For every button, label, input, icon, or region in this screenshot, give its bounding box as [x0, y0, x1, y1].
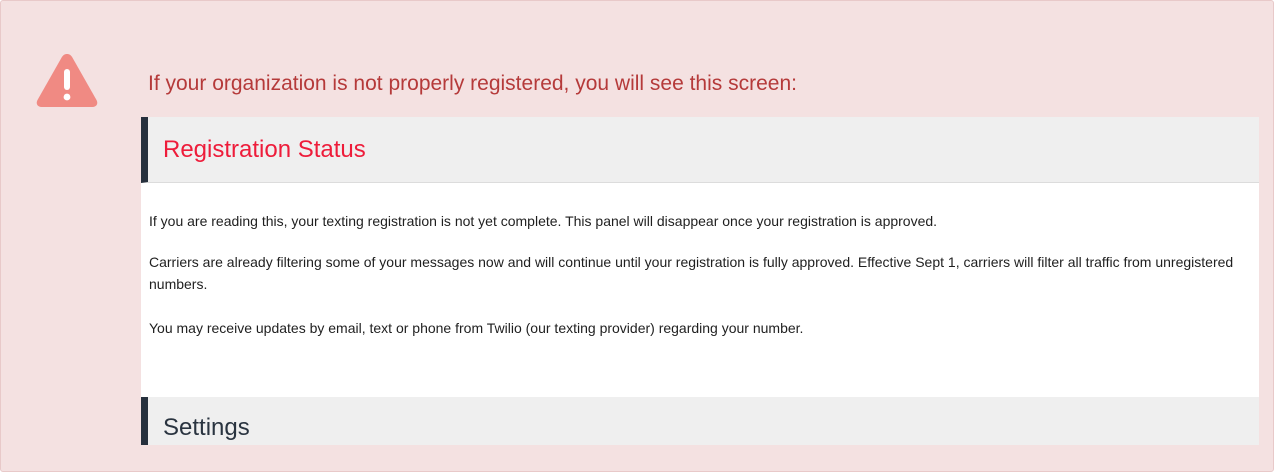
warning-callout: If your organization is not properly reg…: [0, 0, 1274, 472]
registration-paragraph-2: Carriers are already filtering some of y…: [149, 254, 1234, 292]
settings-title: Settings: [163, 414, 250, 441]
embedded-screenshot: Registration Status If you are reading t…: [141, 117, 1259, 445]
callout-message: If your organization is not properly reg…: [148, 72, 797, 95]
registration-paragraph-3: You may receive updates by email, text o…: [149, 320, 804, 336]
registration-paragraph-1: If you are reading this, your texting re…: [149, 213, 938, 229]
settings-header: Settings: [141, 397, 1259, 445]
registration-status-header: Registration Status: [141, 117, 1259, 183]
warning-triangle-icon: [36, 54, 98, 107]
registration-status-title: Registration Status: [163, 136, 366, 163]
